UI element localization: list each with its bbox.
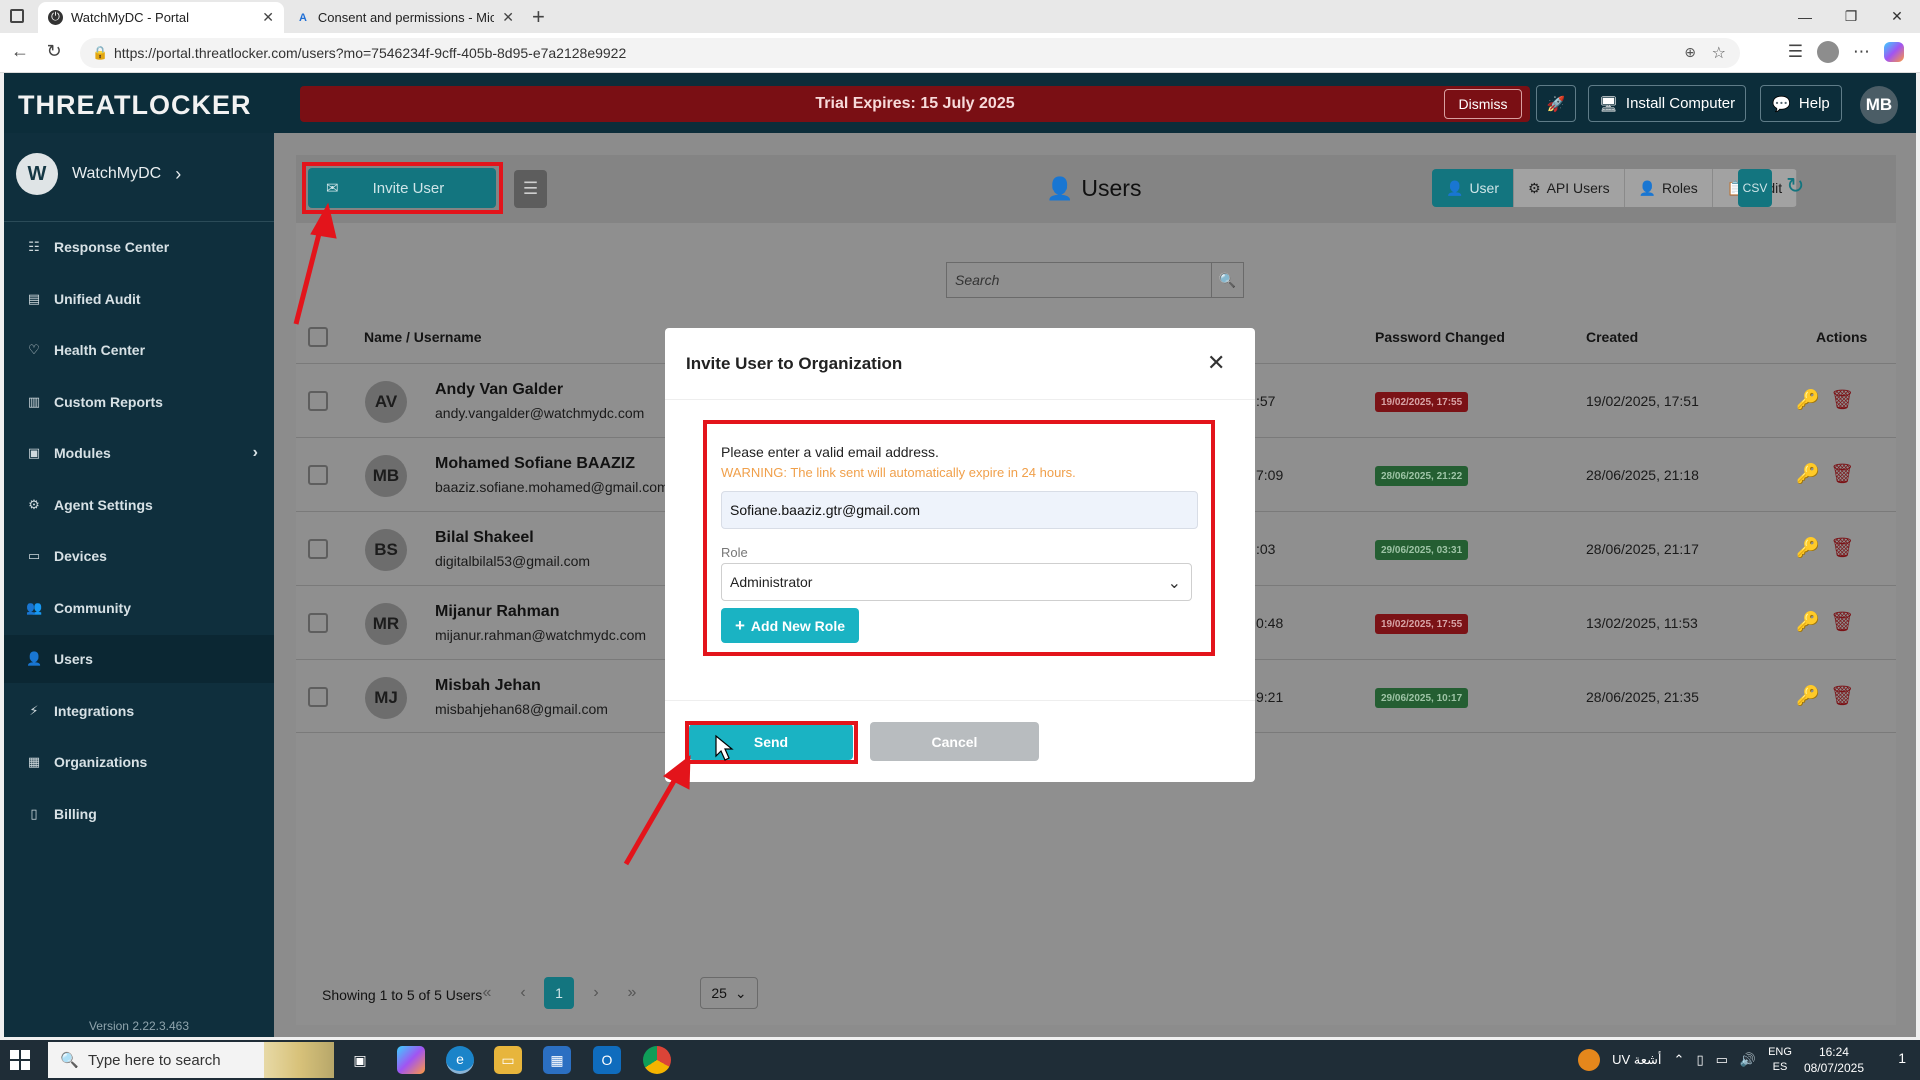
- clock-date: 08/07/2025: [1803, 1061, 1864, 1075]
- uv-weather-icon[interactable]: [1578, 1049, 1601, 1071]
- search-icon: 🔍: [60, 1052, 79, 1069]
- arrow-to-send: [623, 754, 691, 866]
- arrow-to-invite: [293, 202, 337, 325]
- device-icon[interactable]: ▯: [1696, 1052, 1703, 1068]
- notification-count: 1: [1898, 1050, 1906, 1066]
- system-tray: UV أشعة ⌃ ▯ ▭ 🔊 ENG ES 16:24 08/07/2025: [1578, 1044, 1864, 1076]
- taskbar-search-placeholder: Type here to search: [88, 1051, 221, 1069]
- lang-line2: ES: [1772, 1061, 1788, 1073]
- lang-line1: ENG: [1768, 1046, 1792, 1058]
- mouse-cursor-icon: [715, 734, 734, 761]
- volume-icon[interactable]: 🔊: [1740, 1052, 1756, 1068]
- clock-time: 16:24: [1818, 1045, 1849, 1059]
- file-explorer-icon[interactable]: ▭: [494, 1046, 522, 1074]
- network-icon[interactable]: ▭: [1716, 1052, 1728, 1068]
- annotation-arrows: [293, 202, 734, 866]
- search-highlight-image: [264, 1042, 334, 1078]
- windows-start-icon[interactable]: [10, 1050, 30, 1070]
- screen: ⏻ WatchMyDC - Portal ✕ A Consent and per…: [0, 0, 1920, 1080]
- windows-taskbar: 🔍 Type here to search ▣ e ▭ ▦ O UV أشعة …: [0, 1040, 1920, 1080]
- taskbar-search-input[interactable]: 🔍 Type here to search: [48, 1042, 334, 1078]
- store-icon[interactable]: ▦: [543, 1046, 571, 1074]
- language-indicator[interactable]: ENG ES: [1768, 1045, 1792, 1075]
- notification-icon[interactable]: 1: [1898, 1050, 1906, 1066]
- task-view-icon[interactable]: ▣: [346, 1046, 374, 1074]
- chevron-up-icon[interactable]: ⌃: [1674, 1052, 1685, 1068]
- chrome-icon[interactable]: [643, 1046, 671, 1074]
- outlook-icon[interactable]: O: [593, 1046, 621, 1074]
- edge-browser-icon[interactable]: e: [446, 1046, 474, 1074]
- weather-text[interactable]: UV أشعة: [1612, 1052, 1661, 1068]
- copilot-app-icon[interactable]: [397, 1046, 425, 1074]
- clock[interactable]: 16:24 08/07/2025: [1804, 1044, 1864, 1076]
